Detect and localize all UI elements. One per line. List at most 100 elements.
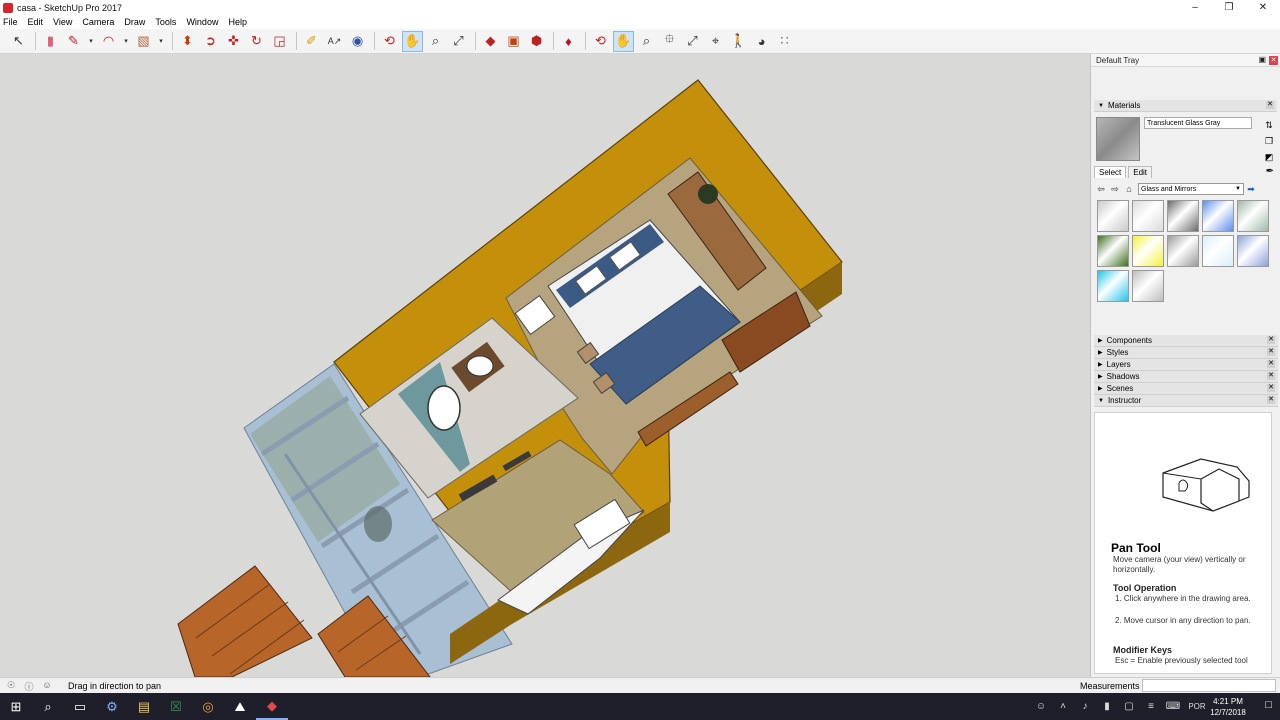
look-around-icon[interactable]: ◕ [751,31,772,52]
walk-tool-icon[interactable]: 🚶 [728,31,749,52]
section-plane-icon[interactable]: ◆ [480,31,501,52]
geo-location-icon[interactable]: ☉ [4,680,18,692]
component-icon[interactable]: ▣ [503,31,524,52]
action-center-icon[interactable]: □ [1265,699,1272,711]
tab-select[interactable]: Select [1094,166,1127,178]
windows-start-icon[interactable]: ⊞ [0,693,32,720]
components-panel-header[interactable]: ▶ Components ✕ [1094,335,1278,347]
zoom-extents-tool-icon[interactable]: ⤢ [448,31,469,52]
user-icon[interactable]: ☺ [40,680,54,692]
material-swatch[interactable] [1097,270,1129,302]
close-button[interactable]: ✕ [1246,0,1280,15]
material-swatch[interactable] [1202,200,1234,232]
menu-tools[interactable]: Tools [155,17,176,27]
menu-help[interactable]: Help [228,17,247,27]
scale-tool-icon[interactable]: ◲ [269,31,290,52]
arc-tool-icon[interactable]: ◠ [98,31,119,52]
display-in-model-icon[interactable]: ⇅ [1263,117,1275,133]
tape-measure-tool-icon[interactable]: ✐ [301,31,322,52]
material-swatch[interactable] [1132,270,1164,302]
task-view-icon[interactable]: ▭ [64,693,96,720]
text-tool-icon[interactable]: A↗ [324,31,345,52]
panel-close-icon[interactable]: ✕ [1267,372,1275,380]
menu-window[interactable]: Window [186,17,218,27]
library-select[interactable]: Glass and Mirrors ▼ [1138,183,1244,195]
settings-app-icon[interactable]: ⚙ [96,693,128,720]
orbit-tool-icon[interactable]: ⟲ [379,31,400,52]
eyedropper-icon[interactable]: ✒ [1266,166,1274,177]
taskbar-clock[interactable]: 4:21 PM 12/7/2018 [1206,696,1250,718]
zoom-extents-camera-icon[interactable]: ⤢ [682,31,703,52]
pan-camera-icon[interactable]: ✋ [613,30,634,52]
zoom-window-icon[interactable]: ⯐ [659,31,680,52]
menu-edit[interactable]: Edit [28,17,44,27]
drawing-viewport[interactable] [0,54,1090,677]
arc-dropdown-icon[interactable]: ▾ [121,31,131,52]
zoom-camera-icon[interactable]: ⌕ [636,31,657,52]
layers-panel-header[interactable]: ▶ Layers ✕ [1094,359,1278,371]
network-icon[interactable]: ≡ [1140,701,1162,712]
minimize-button[interactable]: – [1178,0,1212,15]
current-material-swatch[interactable] [1096,117,1140,161]
tab-edit[interactable]: Edit [1128,166,1153,178]
create-material-icon[interactable]: ❐ [1263,133,1275,149]
forward-arrow-icon[interactable]: ⇨ [1108,184,1122,195]
material-name-field[interactable]: Translucent Glass Gray [1144,117,1252,129]
material-swatch[interactable] [1167,235,1199,267]
keyboard-icon[interactable]: ⌨ [1162,701,1184,712]
push-pull-tool-icon[interactable]: ⬍ [177,31,198,52]
paint-bucket-tool-icon[interactable]: ◉ [347,31,368,52]
material-swatch[interactable] [1132,200,1164,232]
default-material-icon[interactable]: ◩ [1263,149,1275,165]
panel-close-icon[interactable]: ✕ [1266,101,1274,109]
material-swatch[interactable] [1202,235,1234,267]
panel-close-icon[interactable]: ✕ [1267,348,1275,356]
material-swatch[interactable] [1097,235,1129,267]
material-swatch[interactable] [1132,235,1164,267]
instructor-panel-header[interactable]: ▼ Instructor ✕ [1094,395,1278,407]
chevron-up-icon[interactable]: ˄ [1052,701,1074,712]
material-swatch[interactable] [1097,200,1129,232]
volume-icon[interactable]: ♪ [1074,701,1096,712]
ruby-extension-icon[interactable]: ♦ [558,31,579,52]
styles-panel-header[interactable]: ▶ Styles ✕ [1094,347,1278,359]
panel-close-icon[interactable]: ✕ [1267,384,1275,392]
shadows-panel-header[interactable]: ▶ Shadows ✕ [1094,371,1278,383]
warehouse-icon[interactable]: ⬢ [526,31,547,52]
chrome-icon[interactable]: ◎ [192,693,224,720]
panel-close-icon[interactable]: ✕ [1267,336,1275,344]
menu-file[interactable]: File [3,17,18,27]
file-explorer-icon[interactable]: ▤ [128,693,160,720]
eraser-tool-icon[interactable]: ▮ [40,31,61,52]
material-swatch[interactable] [1237,200,1269,232]
menu-view[interactable]: View [53,17,72,27]
select-tool-icon[interactable]: ↖ [8,31,29,52]
measurements-input[interactable] [1142,679,1276,692]
search-icon[interactable]: ⌕ [32,693,64,720]
pan-tool-icon[interactable]: ✋ [402,30,423,52]
orbit-camera-icon[interactable]: ⟲ [590,31,611,52]
rectangle-dropdown-icon[interactable]: ▾ [156,31,166,52]
material-swatch[interactable] [1237,235,1269,267]
battery-icon[interactable]: ▮ [1096,701,1118,712]
people-icon[interactable]: ☺ [1030,701,1052,712]
photos-icon[interactable]: ⛰ [224,693,256,720]
credits-icon[interactable]: ⓘ [22,680,36,692]
sketchup-taskbar-icon[interactable]: ◆ [256,693,288,720]
materials-panel-header[interactable]: ▼ Materials ✕ [1094,100,1277,112]
previous-view-icon[interactable]: ⌖ [705,31,726,52]
tray-close-icon[interactable]: ✕ [1269,56,1278,65]
menu-draw[interactable]: Draw [124,17,145,27]
rectangle-tool-icon[interactable]: ▧ [133,31,154,52]
material-swatch[interactable] [1167,200,1199,232]
maximize-button[interactable]: ❒ [1212,0,1246,15]
zoom-tool-icon[interactable]: ⌕ [425,31,446,52]
rotate-tool-icon[interactable]: ↻ [246,31,267,52]
move-tool-icon[interactable]: ✜ [223,31,244,52]
pencil-tool-icon[interactable]: ✎ [63,31,84,52]
details-arrow-icon[interactable]: ➡ [1244,184,1258,195]
panel-close-icon[interactable]: ✕ [1267,360,1275,368]
panel-close-icon[interactable]: ✕ [1267,396,1275,404]
footprints-icon[interactable]: ∷ [774,31,795,52]
pin-icon[interactable]: ▣ [1258,55,1266,64]
